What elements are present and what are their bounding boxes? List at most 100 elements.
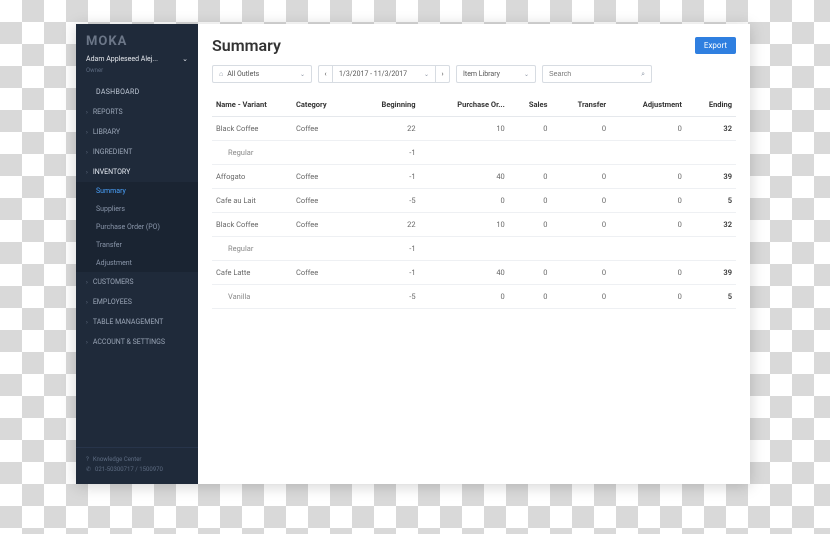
cell: 5 — [686, 189, 736, 213]
col-adjustment[interactable]: Adjustment — [610, 93, 686, 117]
cell: 0 — [610, 261, 686, 285]
cell: Coffee — [292, 261, 352, 285]
cell: 0 — [509, 261, 552, 285]
date-prev-button[interactable]: ‹ — [318, 65, 332, 83]
cell: -5 — [352, 189, 420, 213]
table-row[interactable]: Cafe au LaitCoffee-500005 — [212, 189, 736, 213]
summary-table: Name - Variant Category Beginning Purcha… — [212, 93, 736, 309]
cell: 0 — [551, 285, 610, 309]
sidebar: MOKA Adam Appleseed Alej... ⌄ Owner DASH… — [76, 24, 198, 484]
cell: 32 — [686, 117, 736, 141]
cell: -5 — [352, 285, 420, 309]
cell — [292, 285, 352, 309]
caret-down-icon: ⌄ — [300, 71, 305, 78]
cell: 0 — [509, 285, 552, 309]
library-dropdown[interactable]: Item Library ⌄ — [456, 65, 536, 83]
caret-down-icon: ⌄ — [524, 71, 529, 78]
table-row[interactable]: Black CoffeeCoffee221000032 — [212, 117, 736, 141]
table-row[interactable]: Black CoffeeCoffee221000032 — [212, 213, 736, 237]
cell: -1 — [352, 165, 420, 189]
cell: 22 — [352, 213, 420, 237]
chevron-down-icon: ⌄ — [182, 55, 188, 63]
page-title: Summary — [212, 36, 281, 55]
cell: 0 — [551, 261, 610, 285]
cell: Regular — [212, 237, 292, 261]
cell: 0 — [509, 165, 552, 189]
cell: -1 — [352, 141, 420, 165]
home-icon: ⌂ — [219, 70, 223, 78]
chevron-down-icon: › — [86, 169, 88, 176]
cell: 0 — [610, 165, 686, 189]
date-next-button[interactable]: › — [436, 65, 450, 83]
cell: 0 — [551, 117, 610, 141]
cell: Black Coffee — [212, 213, 292, 237]
cell: 0 — [509, 189, 552, 213]
app-window: MOKA Adam Appleseed Alej... ⌄ Owner DASH… — [76, 24, 750, 484]
cell: 10 — [420, 213, 509, 237]
filter-bar: ⌂ All Outlets ⌄ ‹ 1/3/2017 - 11/3/2017 ⌄… — [212, 65, 736, 83]
table-row[interactable]: Vanilla-500005 — [212, 285, 736, 309]
nav-inventory-transfer[interactable]: Transfer — [76, 236, 198, 254]
table-row[interactable]: Regular-1 — [212, 141, 736, 165]
nav-inventory-summary[interactable]: Summary — [76, 182, 198, 200]
nav-inventory-adjustment[interactable]: Adjustment — [76, 254, 198, 272]
chevron-right-icon: › — [86, 109, 88, 116]
caret-down-icon: ⌄ — [424, 71, 429, 78]
cell: 0 — [610, 117, 686, 141]
nav-table-management[interactable]: ›TABLE MANAGEMENT — [76, 312, 198, 332]
col-transfer[interactable]: Transfer — [551, 93, 610, 117]
cell: Cafe au Lait — [212, 189, 292, 213]
cell: Coffee — [292, 117, 352, 141]
search-box[interactable]: ⌕ — [542, 65, 652, 83]
nav-dashboard[interactable]: DASHBOARD — [76, 82, 198, 102]
nav-customers[interactable]: ›CUSTOMERS — [76, 272, 198, 292]
cell: Coffee — [292, 189, 352, 213]
cell — [509, 141, 552, 165]
col-ending[interactable]: Ending — [686, 93, 736, 117]
col-category[interactable]: Category — [292, 93, 352, 117]
nav-employees[interactable]: ›EMPLOYEES — [76, 292, 198, 312]
nav-ingredient[interactable]: ›INGREDIENT — [76, 142, 198, 162]
col-sales[interactable]: Sales — [509, 93, 552, 117]
cell: 40 — [420, 165, 509, 189]
nav-inventory-suppliers[interactable]: Suppliers — [76, 200, 198, 218]
cell: 0 — [509, 213, 552, 237]
cell — [551, 141, 610, 165]
cell — [292, 141, 352, 165]
nav-account-settings[interactable]: ›ACCOUNT & SETTINGS — [76, 332, 198, 352]
knowledge-center-link[interactable]: ?Knowledge Center — [86, 456, 188, 463]
export-button[interactable]: Export — [695, 37, 736, 54]
cell: 0 — [420, 285, 509, 309]
nav-inventory-po[interactable]: Purchase Order (PO) — [76, 218, 198, 236]
user-switcher[interactable]: Adam Appleseed Alej... ⌄ — [76, 55, 198, 67]
main-content: Summary Export ⌂ All Outlets ⌄ ‹ 1/3/201… — [198, 24, 750, 484]
chevron-right-icon: › — [86, 129, 88, 136]
cell: 0 — [551, 189, 610, 213]
cell: 39 — [686, 261, 736, 285]
cell: 0 — [610, 189, 686, 213]
cell: 0 — [420, 189, 509, 213]
cell: Coffee — [292, 213, 352, 237]
date-range-selector: ‹ 1/3/2017 - 11/3/2017 ⌄ › — [318, 65, 450, 83]
outlet-dropdown[interactable]: ⌂ All Outlets ⌄ — [212, 65, 312, 83]
chevron-right-icon: › — [86, 279, 88, 286]
col-purchase-order[interactable]: Purchase Or... — [420, 93, 509, 117]
col-beginning[interactable]: Beginning — [352, 93, 420, 117]
chevron-right-icon: › — [86, 149, 88, 156]
user-name: Adam Appleseed Alej... — [86, 55, 158, 63]
search-input[interactable] — [549, 71, 629, 78]
nav-reports[interactable]: ›REPORTS — [76, 102, 198, 122]
cell — [686, 237, 736, 261]
cell: Vanilla — [212, 285, 292, 309]
cell: 0 — [551, 165, 610, 189]
cell: Affogato — [212, 165, 292, 189]
nav-inventory[interactable]: ›INVENTORY — [76, 162, 198, 182]
col-name[interactable]: Name - Variant — [212, 93, 292, 117]
cell — [420, 141, 509, 165]
date-range-dropdown[interactable]: 1/3/2017 - 11/3/2017 ⌄ — [332, 65, 436, 83]
table-row[interactable]: Cafe LatteCoffee-14000039 — [212, 261, 736, 285]
nav-library[interactable]: ›LIBRARY — [76, 122, 198, 142]
table-row[interactable]: Regular-1 — [212, 237, 736, 261]
table-row[interactable]: AffogatoCoffee-14000039 — [212, 165, 736, 189]
cell — [292, 237, 352, 261]
